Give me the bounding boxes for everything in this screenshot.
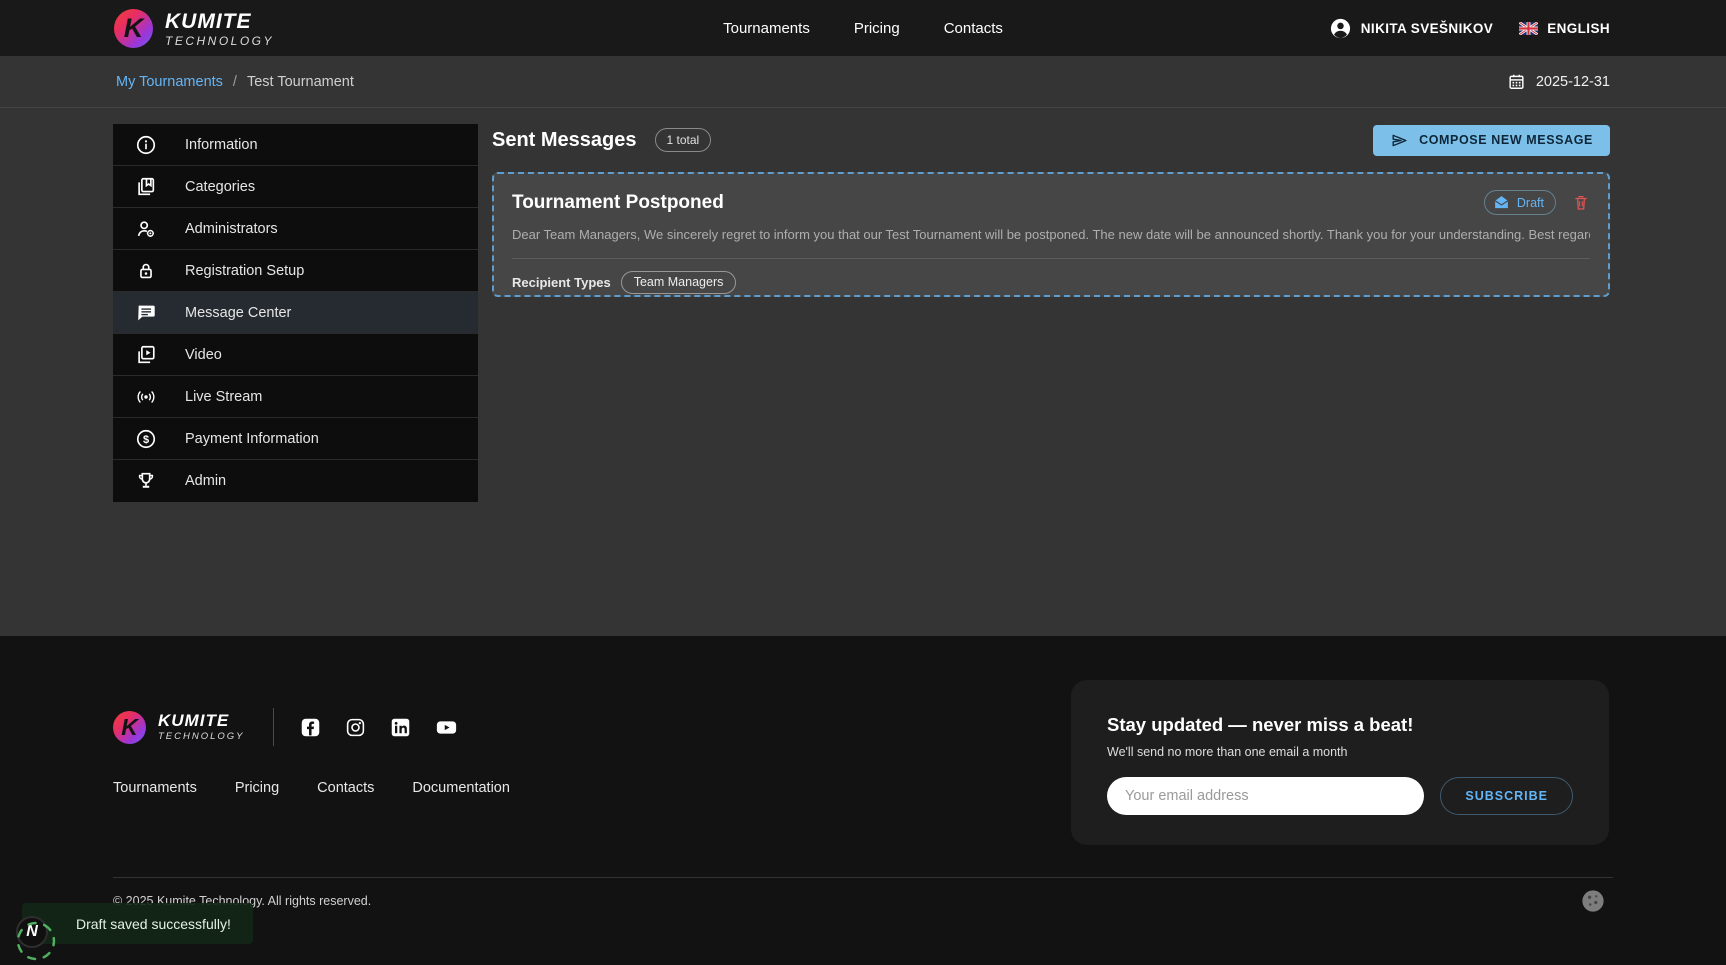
footer-link-pricing[interactable]: Pricing bbox=[235, 780, 279, 796]
footer-brand-logo[interactable]: K KUMITE TECHNOLOGY bbox=[113, 711, 245, 744]
drafts-envelope-icon bbox=[1493, 194, 1510, 211]
language-selector[interactable]: ENGLISH bbox=[1519, 21, 1610, 36]
recipient-types-label: Recipient Types bbox=[512, 275, 611, 290]
sidebar-item-payment-information[interactable]: $ Payment Information bbox=[113, 418, 478, 460]
newsletter-card: Stay updated — never miss a beat! We'll … bbox=[1071, 680, 1609, 845]
breadcrumb-current: Test Tournament bbox=[247, 74, 354, 90]
footer-divider bbox=[113, 877, 1613, 878]
tournament-date: 2025-12-31 bbox=[1536, 74, 1610, 90]
user-menu[interactable]: NIKITA SVEŠNIKOV bbox=[1329, 17, 1493, 40]
brand-logo-icon: K bbox=[114, 9, 153, 48]
sidebar-item-administrators[interactable]: Administrators bbox=[113, 208, 478, 250]
user-name: NIKITA SVEŠNIKOV bbox=[1361, 21, 1493, 36]
message-card[interactable]: Tournament Postponed Draft Dear Tea bbox=[492, 172, 1610, 297]
sidebar-item-admin[interactable]: Admin bbox=[113, 460, 478, 502]
breadcrumb-bar: My Tournaments / Test Tournament 2025-12… bbox=[0, 56, 1726, 108]
youtube-icon bbox=[435, 717, 458, 738]
lock-icon bbox=[135, 260, 157, 282]
cookie-icon bbox=[1578, 886, 1608, 916]
toast-avatar: N bbox=[16, 916, 48, 948]
trophy-icon bbox=[135, 470, 157, 492]
newsletter-email-input[interactable] bbox=[1107, 777, 1424, 815]
footer-vertical-divider bbox=[273, 708, 274, 746]
facebook-icon bbox=[300, 717, 321, 738]
breadcrumb: My Tournaments / Test Tournament bbox=[116, 74, 354, 90]
toast-spinner-icon bbox=[15, 920, 57, 962]
recipient-chip-team-managers: Team Managers bbox=[621, 271, 737, 294]
brand-name: KUMITE bbox=[165, 11, 274, 32]
sidebar-item-categories[interactable]: Categories bbox=[113, 166, 478, 208]
sidebar-item-registration-setup[interactable]: Registration Setup bbox=[113, 250, 478, 292]
newsletter-subtitle: We'll send no more than one email a mont… bbox=[1107, 745, 1573, 759]
toast-message: Draft saved successfully! bbox=[76, 916, 231, 932]
message-center-panel: Sent Messages 1 total COMPOSE NEW MESSAG… bbox=[492, 124, 1610, 297]
message-title: Tournament Postponed bbox=[512, 192, 724, 214]
video-library-icon bbox=[135, 344, 157, 366]
breadcrumb-my-tournaments[interactable]: My Tournaments bbox=[116, 74, 223, 90]
youtube-link[interactable] bbox=[435, 717, 458, 738]
linkedin-link[interactable] bbox=[390, 717, 411, 738]
tournament-date-picker[interactable]: 2025-12-31 bbox=[1507, 72, 1610, 91]
language-label: ENGLISH bbox=[1547, 21, 1610, 36]
facebook-link[interactable] bbox=[300, 717, 321, 738]
main-nav: Tournaments Pricing Contacts bbox=[723, 0, 1003, 56]
toast-notification: Draft saved successfully! N bbox=[16, 903, 253, 944]
instagram-icon bbox=[345, 717, 366, 738]
svg-text:$: $ bbox=[143, 434, 149, 446]
tournament-sidebar: Information Categories Administrators Re… bbox=[113, 124, 478, 502]
page-title: Sent Messages bbox=[492, 129, 637, 152]
total-count-badge: 1 total bbox=[655, 128, 712, 152]
brand-subtitle: TECHNOLOGY bbox=[165, 35, 274, 47]
chat-icon bbox=[135, 302, 157, 324]
administrators-icon bbox=[135, 218, 157, 240]
message-body: Dear Team Managers, We sincerely regret … bbox=[512, 226, 1590, 244]
send-icon bbox=[1390, 131, 1409, 150]
categories-icon bbox=[135, 176, 157, 198]
delete-message-button[interactable] bbox=[1572, 194, 1590, 212]
draft-status-badge: Draft bbox=[1484, 190, 1556, 215]
live-stream-icon bbox=[135, 386, 157, 408]
nav-contacts[interactable]: Contacts bbox=[944, 20, 1003, 37]
linkedin-icon bbox=[390, 717, 411, 738]
sidebar-item-message-center[interactable]: Message Center bbox=[113, 292, 478, 334]
card-divider bbox=[512, 258, 1590, 259]
sidebar-item-information[interactable]: Information bbox=[113, 124, 478, 166]
footer-link-documentation[interactable]: Documentation bbox=[412, 780, 510, 796]
footer-link-contacts[interactable]: Contacts bbox=[317, 780, 374, 796]
uk-flag-icon bbox=[1519, 22, 1538, 35]
info-icon bbox=[135, 134, 157, 156]
sidebar-item-live-stream[interactable]: Live Stream bbox=[113, 376, 478, 418]
footer-brand-logo-icon: K bbox=[113, 711, 146, 744]
compose-new-message-button[interactable]: COMPOSE NEW MESSAGE bbox=[1373, 125, 1610, 156]
newsletter-title: Stay updated — never miss a beat! bbox=[1107, 714, 1573, 736]
trash-icon bbox=[1572, 194, 1590, 212]
instagram-link[interactable] bbox=[345, 717, 366, 738]
account-circle-icon bbox=[1329, 17, 1352, 40]
cookie-settings-button[interactable] bbox=[1578, 886, 1608, 916]
subscribe-button[interactable]: SUBSCRIBE bbox=[1440, 777, 1573, 815]
nav-tournaments[interactable]: Tournaments bbox=[723, 20, 810, 37]
brand-logo[interactable]: K KUMITE TECHNOLOGY bbox=[114, 9, 274, 48]
payment-icon: $ bbox=[135, 428, 157, 450]
nav-pricing[interactable]: Pricing bbox=[854, 20, 900, 37]
breadcrumb-separator: / bbox=[233, 74, 237, 90]
sidebar-item-video[interactable]: Video bbox=[113, 334, 478, 376]
footer: K KUMITE TECHNOLOGY bbox=[0, 636, 1726, 965]
footer-link-tournaments[interactable]: Tournaments bbox=[113, 780, 197, 796]
top-navbar: K KUMITE TECHNOLOGY Tournaments Pricing … bbox=[0, 0, 1726, 56]
calendar-icon bbox=[1507, 72, 1526, 91]
